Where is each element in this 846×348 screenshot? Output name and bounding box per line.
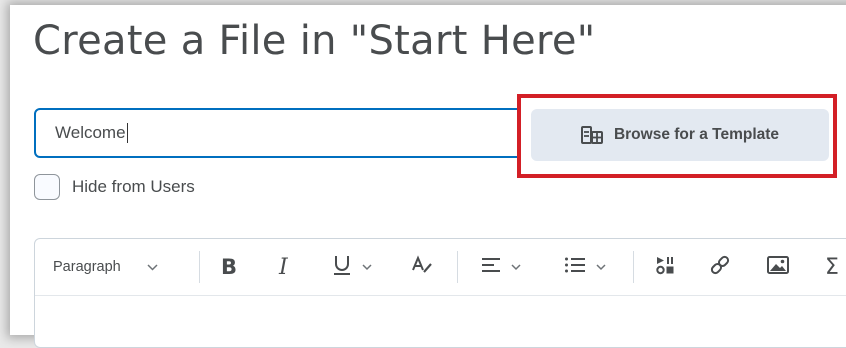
chevron-down-icon: [362, 258, 372, 276]
alignment-dropdown[interactable]: [481, 239, 521, 295]
file-title-input[interactable]: Welcome: [34, 108, 574, 158]
sigma-icon: Σ: [825, 254, 839, 280]
underline-icon: [332, 254, 352, 281]
insert-media-icon: [655, 255, 675, 280]
browse-template-button[interactable]: Browse for a Template: [531, 109, 829, 161]
insert-link-button[interactable]: [709, 239, 731, 295]
bold-icon: B: [221, 255, 238, 279]
editor-toolbar: Paragraph B I Σ: [35, 239, 846, 296]
template-icon: [580, 126, 603, 144]
toolbar-divider: [633, 251, 634, 283]
paragraph-format-label: Paragraph: [53, 259, 121, 275]
text-caret: [126, 123, 128, 143]
chevron-down-icon: [147, 258, 158, 276]
html-editor[interactable]: Paragraph B I Σ: [34, 238, 846, 348]
browse-template-label: Browse for a Template: [613, 126, 780, 143]
file-title-value: Welcome: [55, 123, 126, 142]
align-left-icon: [481, 257, 501, 278]
hide-from-users-row[interactable]: Hide from Users: [34, 174, 195, 200]
italic-button[interactable]: I: [279, 239, 288, 295]
hide-from-users-label[interactable]: Hide from Users: [72, 177, 195, 197]
link-icon: [709, 255, 731, 280]
toolbar-divider: [199, 251, 200, 283]
toolbar-divider: [457, 251, 458, 283]
format-text-icon: [411, 254, 433, 280]
hide-from-users-checkbox[interactable]: [34, 174, 60, 200]
insert-stuff-button[interactable]: [655, 239, 675, 295]
text-style-button[interactable]: [411, 239, 433, 295]
insert-image-button[interactable]: [767, 239, 789, 295]
chevron-down-icon: [511, 258, 521, 276]
italic-icon: I: [279, 254, 288, 280]
image-icon: [767, 255, 789, 279]
page-title: Create a File in "Start Here": [33, 18, 596, 64]
bold-button[interactable]: B: [221, 239, 237, 295]
list-dropdown[interactable]: [564, 239, 606, 295]
underline-dropdown[interactable]: [332, 239, 372, 295]
chevron-down-icon: [596, 258, 606, 276]
equation-button[interactable]: Σ: [825, 239, 839, 295]
paragraph-format-dropdown[interactable]: Paragraph: [53, 239, 158, 295]
bulleted-list-icon: [564, 257, 586, 278]
